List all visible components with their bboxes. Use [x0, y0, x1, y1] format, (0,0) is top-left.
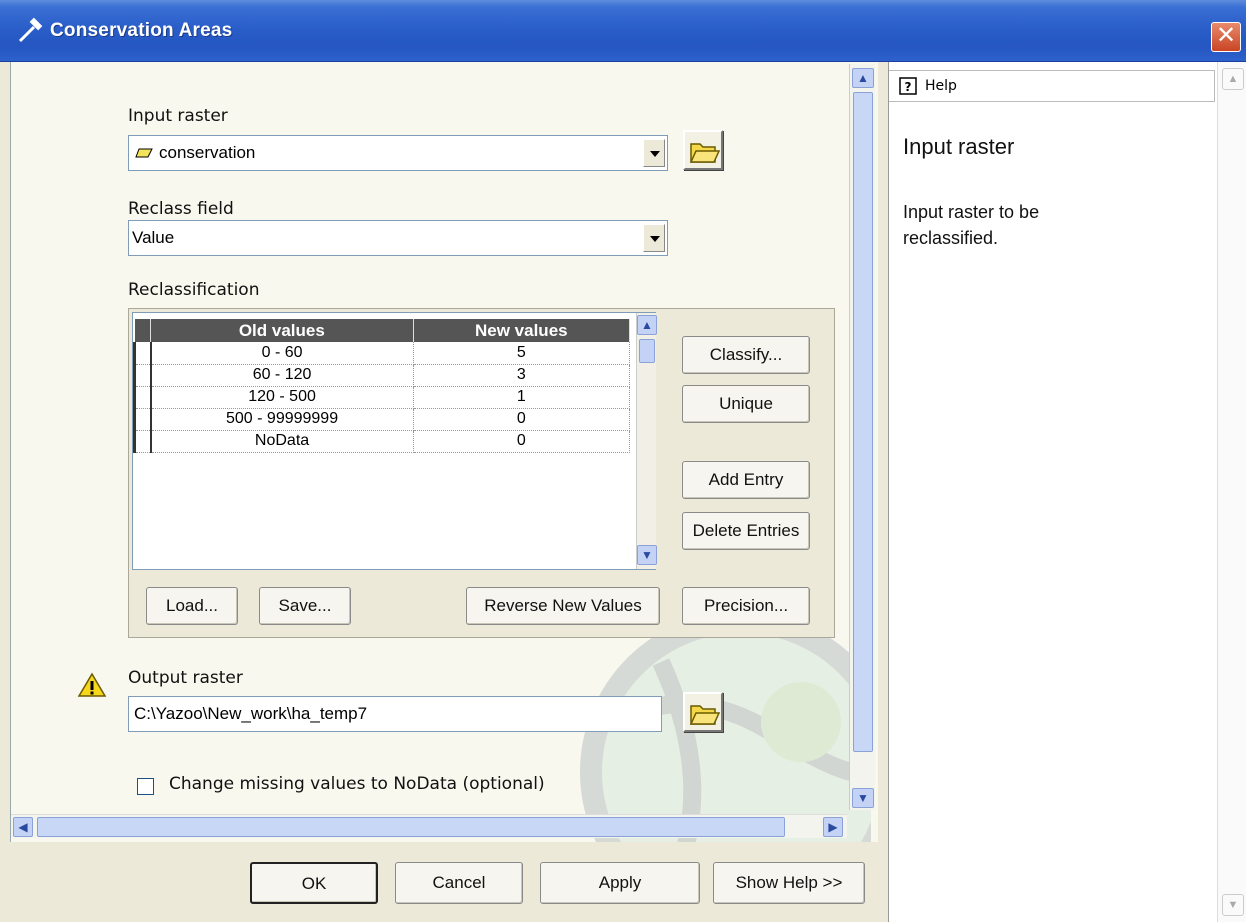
precision-button[interactable]: Precision... [682, 587, 810, 625]
help-panel: ? Help Input raster Input raster to be r… [888, 62, 1246, 922]
new-value-cell[interactable]: 0 [413, 430, 631, 453]
help-tab-label: Help [925, 78, 957, 94]
scroll-thumb[interactable] [853, 92, 873, 752]
show-help-button[interactable]: Show Help >> [713, 862, 865, 904]
old-value-cell[interactable]: NoData [150, 430, 414, 453]
chevron-down-icon[interactable] [643, 224, 665, 252]
old-value-cell[interactable]: 0 - 60 [150, 342, 414, 365]
column-header-old[interactable]: Old values [150, 319, 414, 342]
old-value-cell[interactable]: 120 - 500 [150, 386, 414, 409]
load-button[interactable]: Load... [146, 587, 238, 625]
table-row[interactable]: 500 - 99999999 0 [133, 408, 631, 431]
title-bar: Conservation Areas ✕ [0, 0, 1246, 62]
scroll-right-icon[interactable]: ▶ [823, 817, 843, 837]
window-title: Conservation Areas [50, 20, 233, 41]
row-selector[interactable] [133, 364, 152, 387]
reclassification-label: Reclassification [128, 280, 260, 300]
column-header-new[interactable]: New values [413, 319, 631, 342]
raster-layer-icon [135, 148, 153, 158]
row-selector[interactable] [133, 342, 152, 365]
input-raster-value: conservation [159, 143, 256, 162]
warning-icon [77, 672, 107, 697]
scroll-down-icon[interactable]: ▼ [852, 788, 874, 808]
help-question-icon: ? [899, 77, 917, 95]
reclass-field-value: Value [132, 228, 175, 247]
row-selector[interactable] [133, 386, 152, 409]
table-row[interactable]: 120 - 500 1 [133, 386, 631, 409]
dialog-footer: OK Cancel Apply Show Help >> [10, 842, 878, 922]
delete-entries-button[interactable]: Delete Entries [682, 512, 810, 550]
svg-text:?: ? [905, 80, 912, 94]
reverse-new-values-button[interactable]: Reverse New Values [466, 587, 660, 625]
open-folder-icon [689, 143, 721, 163]
open-folder-icon [689, 705, 721, 725]
scroll-down-icon[interactable]: ▼ [1222, 894, 1244, 916]
add-entry-button[interactable]: Add Entry [682, 461, 810, 499]
input-raster-combo[interactable]: conservation [128, 135, 668, 171]
chevron-down-icon[interactable] [643, 139, 665, 167]
hammer-icon [18, 17, 43, 43]
reclassification-group: Old values New values 0 - 60 5 60 - 120 … [128, 308, 835, 638]
output-raster-browse-button[interactable] [683, 692, 723, 732]
apply-button[interactable]: Apply [540, 862, 700, 904]
table-row[interactable]: 60 - 120 3 [133, 364, 631, 387]
scroll-up-icon[interactable]: ▲ [1222, 68, 1244, 90]
old-value-cell[interactable]: 500 - 99999999 [150, 408, 414, 431]
scroll-up-icon[interactable]: ▲ [852, 68, 874, 88]
parameters-panel: Input raster conservation Reclass field … [10, 62, 878, 842]
help-heading: Input raster [903, 134, 1015, 159]
row-selector[interactable] [133, 408, 152, 431]
row-header-corner [134, 319, 151, 342]
input-raster-browse-button[interactable] [683, 130, 723, 170]
form-horizontal-scrollbar[interactable]: ◀ ▶ [11, 814, 847, 838]
classify-button[interactable]: Classify... [682, 336, 810, 374]
input-raster-label: Input raster [128, 106, 228, 126]
missing-values-checkbox[interactable] [137, 778, 154, 795]
row-selector[interactable] [133, 430, 152, 453]
missing-values-label: Change missing values to NoData (optiona… [169, 774, 545, 794]
scroll-thumb[interactable] [639, 339, 655, 363]
scroll-thumb[interactable] [37, 817, 785, 837]
new-value-cell[interactable]: 3 [413, 364, 631, 387]
reclass-table[interactable]: Old values New values 0 - 60 5 60 - 120 … [132, 312, 657, 570]
reclass-field-combo[interactable]: Value [128, 220, 668, 256]
help-scrollbar[interactable]: ▲ ▼ [1217, 62, 1246, 922]
output-raster-label: Output raster [128, 668, 243, 688]
output-raster-input[interactable]: C:\Yazoo\New_work\ha_temp7 [128, 696, 662, 732]
scroll-up-icon[interactable]: ▲ [637, 315, 657, 335]
help-tab[interactable]: ? Help [889, 70, 1215, 102]
reclass-field-label: Reclass field [128, 199, 234, 219]
scroll-down-icon[interactable]: ▼ [637, 545, 657, 565]
help-body-line1: Input raster to be [903, 202, 1040, 222]
table-row[interactable]: 0 - 60 5 [133, 342, 631, 365]
unique-button[interactable]: Unique [682, 385, 810, 423]
table-scrollbar[interactable]: ▲ ▼ [636, 313, 657, 569]
new-value-cell[interactable]: 0 [413, 408, 631, 431]
save-button[interactable]: Save... [259, 587, 351, 625]
output-raster-value: C:\Yazoo\New_work\ha_temp7 [134, 704, 368, 723]
close-icon: ✕ [1215, 22, 1237, 49]
help-body-line2: reclassified. [903, 228, 999, 248]
old-value-cell[interactable]: 60 - 120 [150, 364, 414, 387]
new-value-cell[interactable]: 1 [413, 386, 631, 409]
form-vertical-scrollbar[interactable]: ▲ ▼ [849, 64, 875, 810]
cancel-button[interactable]: Cancel [395, 862, 523, 904]
new-value-cell[interactable]: 5 [413, 342, 631, 365]
ok-button[interactable]: OK [250, 862, 378, 904]
close-button[interactable]: ✕ [1211, 22, 1241, 52]
table-row[interactable]: NoData 0 [133, 430, 631, 453]
scroll-left-icon[interactable]: ◀ [13, 817, 33, 837]
